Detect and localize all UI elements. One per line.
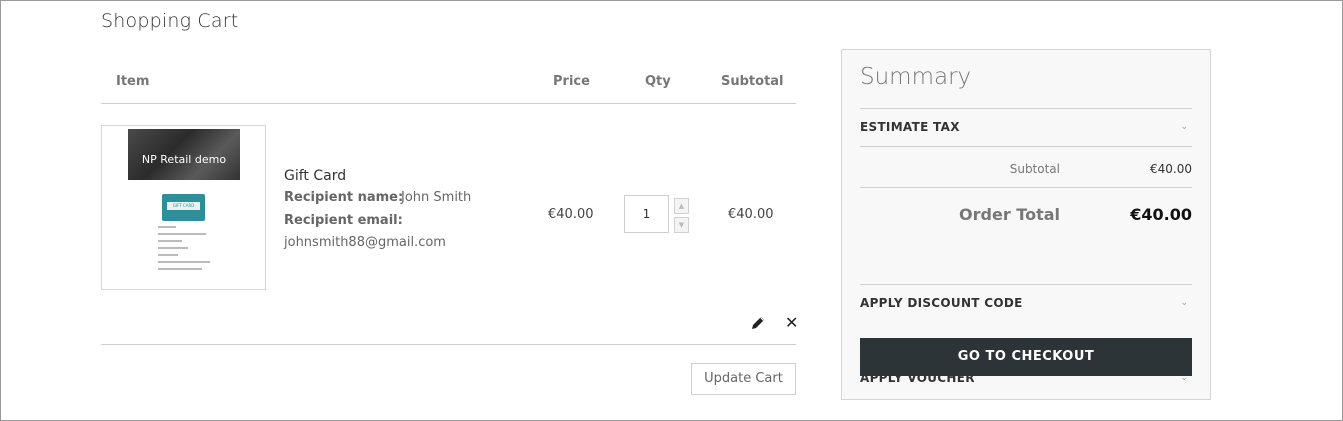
subtotal-value: €40.00 [1150, 162, 1192, 176]
cart-divider [101, 344, 796, 345]
chevron-down-icon: ⌄ [1180, 122, 1188, 132]
order-total-value: €40.00 [1130, 205, 1192, 224]
update-cart-button[interactable]: Update Cart [691, 363, 796, 395]
order-total-row: Order Total €40.00 [860, 187, 1192, 246]
qty-decrement-button[interactable]: ▼ [674, 217, 689, 233]
gift-card-graphic: GIFT CARD [162, 194, 205, 221]
discount-code-label: APPLY DISCOUNT CODE [860, 296, 1023, 310]
header-qty: Qty [645, 74, 671, 89]
thumbnail-banner-text: NP Retail demo [141, 153, 227, 166]
chevron-up-icon: ▲ [678, 202, 685, 210]
item-subtotal: €40.00 [728, 207, 774, 222]
order-summary: Summary ESTIMATE TAX ⌄ Subtotal €40.00 O… [841, 49, 1211, 400]
product-thumbnail[interactable]: NP Retail demo GIFT CARD [101, 125, 266, 290]
page-title: Shopping Cart [101, 10, 239, 32]
recipient-name-label: Recipient name: [284, 190, 404, 205]
product-name[interactable]: Gift Card [284, 168, 346, 184]
recipient-name-value: John Smith [401, 190, 472, 205]
discount-code-toggle[interactable]: APPLY DISCOUNT CODE ⌄ [860, 284, 1192, 322]
summary-title: Summary [860, 64, 972, 90]
header-subtotal: Subtotal [721, 74, 784, 89]
estimate-tax-label: ESTIMATE TAX [860, 120, 960, 134]
order-total-label: Order Total [959, 205, 1060, 224]
subtotal-row: Subtotal €40.00 [860, 146, 1192, 187]
chevron-down-icon: ⌄ [1180, 298, 1188, 308]
header-price: Price [553, 74, 590, 89]
thumbnail-banner: NP Retail demo [128, 129, 240, 180]
quantity-input[interactable]: 1 [624, 195, 669, 233]
cart-table: Item Price Qty Subtotal NP Retail demo G… [101, 60, 798, 395]
qty-increment-button[interactable]: ▲ [674, 198, 689, 214]
cart-table-header: Item Price Qty Subtotal [101, 60, 796, 104]
recipient-email-label: Recipient email: [284, 213, 403, 228]
close-icon[interactable]: ✕ [785, 313, 798, 332]
item-price: €40.00 [548, 207, 594, 222]
header-item: Item [116, 74, 150, 89]
cart-item-row: NP Retail demo GIFT CARD Gift Card Recip… [101, 104, 796, 345]
recipient-email-value: johnsmith88@gmail.com [284, 235, 446, 250]
gift-card-graphic-label: GIFT CARD [167, 202, 200, 210]
estimate-tax-toggle[interactable]: ESTIMATE TAX ⌄ [860, 108, 1192, 146]
pencil-icon[interactable] [749, 314, 767, 332]
subtotal-label: Subtotal [1009, 162, 1060, 176]
thumbnail-text-lines [158, 226, 213, 275]
chevron-down-icon: ▼ [678, 221, 685, 229]
checkout-button[interactable]: GO TO CHECKOUT [860, 338, 1192, 376]
